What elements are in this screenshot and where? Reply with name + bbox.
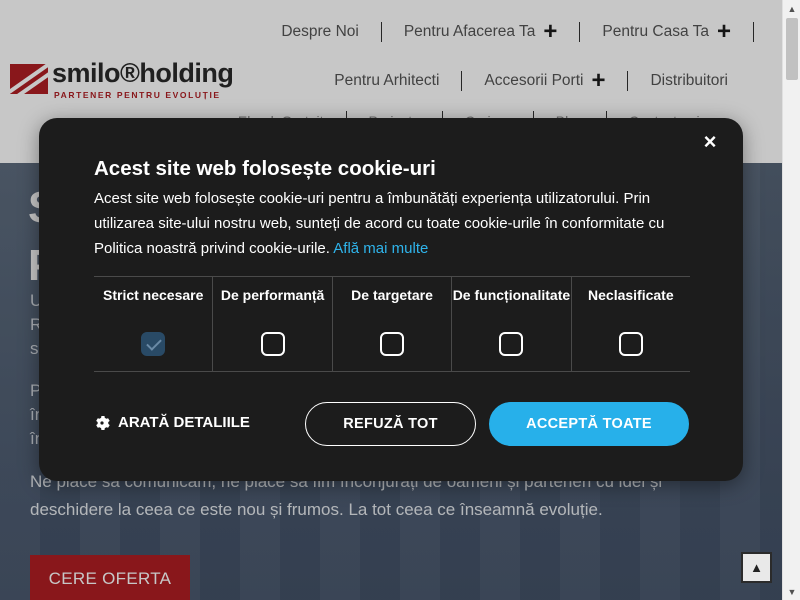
refuse-all-button[interactable]: REFUZĂ TOT [305,402,476,446]
category-functionalitate: De funcționalitate [452,277,572,371]
category-strict-necesare: Strict necesare [94,277,214,371]
targeting-checkbox[interactable] [380,332,405,356]
cookie-categories: Strict necesare De performanță De target… [94,276,690,372]
back-to-top-button[interactable]: ▲ [741,552,772,583]
accept-all-button[interactable]: ACCEPTĂ TOATE [489,402,689,446]
category-label: Strict necesare [103,287,204,303]
category-performanta: De performanță [213,277,333,371]
category-label: De performanță [220,287,325,303]
show-details-label: ARATĂ DETALIILE [118,414,250,431]
cookie-dialog-description: Acest site web folosește cookie-uri pent… [94,186,694,261]
scrollbar-thumb[interactable] [786,18,798,80]
unclassified-checkbox[interactable] [618,332,643,356]
page-scrollbar[interactable]: ▲ ▼ [782,0,800,600]
cookie-consent-dialog: × Acest site web folosește cookie-uri Ac… [39,118,743,481]
category-neclasificate: Neclasificate [572,277,690,371]
show-details-button[interactable]: ARATĂ DETALIILE [94,414,250,431]
cookie-dialog-title: Acest site web folosește cookie-uri [94,157,436,180]
category-label: De targetare [351,287,433,303]
close-icon[interactable]: × [699,131,721,153]
category-targetare: De targetare [333,277,453,371]
functionality-checkbox[interactable] [499,332,524,356]
performance-checkbox[interactable] [260,332,285,356]
strict-necessary-checkbox[interactable] [141,332,166,356]
scroll-down-arrow-icon[interactable]: ▼ [783,583,800,600]
category-label: De funcționalitate [452,287,571,303]
category-label: Neclasificate [588,287,674,303]
chevron-up-icon: ▲ [750,560,763,575]
scroll-up-arrow-icon[interactable]: ▲ [783,0,800,17]
gear-icon [96,415,110,430]
learn-more-link[interactable]: Află mai multe [333,240,428,257]
